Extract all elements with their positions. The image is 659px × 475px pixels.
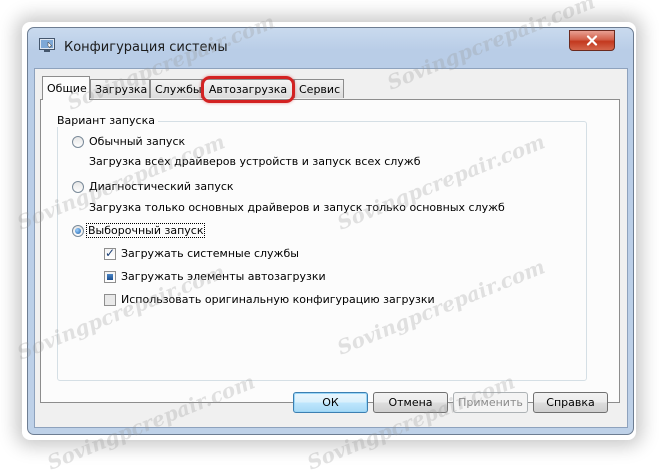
tab-services[interactable]: Службы bbox=[150, 79, 202, 98]
cancel-button[interactable]: Отмена bbox=[373, 392, 448, 413]
diagnostic-startup-label[interactable]: Диагностический запуск bbox=[89, 180, 234, 193]
msconfig-icon bbox=[39, 38, 55, 52]
group-title: Вариант запуска bbox=[54, 114, 158, 127]
tab-general[interactable]: Общие bbox=[42, 76, 90, 100]
system-configuration-window: Конфигурация системы Общие Загрузка Служ… bbox=[27, 27, 634, 435]
normal-startup-description: Загрузка всех драйверов устройств и запу… bbox=[89, 155, 421, 168]
tab-boot[interactable]: Загрузка bbox=[90, 79, 150, 98]
diagnostic-startup-description: Загрузка только основных драйверов и зап… bbox=[89, 201, 505, 214]
load-startup-items-checkbox[interactable] bbox=[104, 271, 116, 283]
general-tab-panel: Вариант запуска Обычный запуск Загрузка … bbox=[40, 99, 620, 403]
help-button[interactable]: Справка bbox=[533, 392, 608, 413]
use-original-boot-config-checkbox[interactable] bbox=[104, 294, 116, 306]
load-system-services-checkbox[interactable]: ✓ bbox=[104, 246, 116, 260]
ok-button[interactable]: ОК bbox=[293, 392, 368, 413]
diagnostic-startup-radio[interactable] bbox=[72, 181, 84, 193]
selective-startup-radio[interactable] bbox=[72, 225, 84, 237]
close-icon bbox=[586, 35, 598, 46]
tab-tools[interactable]: Сервис bbox=[294, 79, 344, 98]
dialog-client-area: Общие Загрузка Службы Автозагрузка Серви… bbox=[34, 68, 628, 428]
checkmark-icon: ✓ bbox=[105, 246, 116, 260]
highlight-ring bbox=[201, 76, 295, 103]
apply-button[interactable]: Применить bbox=[453, 392, 528, 413]
load-system-services-label[interactable]: Загружать системные службы bbox=[121, 247, 299, 260]
window-title: Конфигурация системы bbox=[64, 40, 228, 55]
load-startup-items-label[interactable]: Загружать элементы автозагрузки bbox=[121, 270, 326, 283]
close-button[interactable] bbox=[569, 30, 615, 51]
normal-startup-label[interactable]: Обычный запуск bbox=[89, 135, 185, 148]
title-bar[interactable]: Конфигурация системы bbox=[28, 28, 633, 58]
normal-startup-radio[interactable] bbox=[72, 136, 84, 148]
use-original-boot-config-label[interactable]: Использовать оригинальную конфигурацию з… bbox=[121, 293, 435, 306]
selective-startup-label[interactable]: Выборочный запуск bbox=[85, 223, 206, 238]
